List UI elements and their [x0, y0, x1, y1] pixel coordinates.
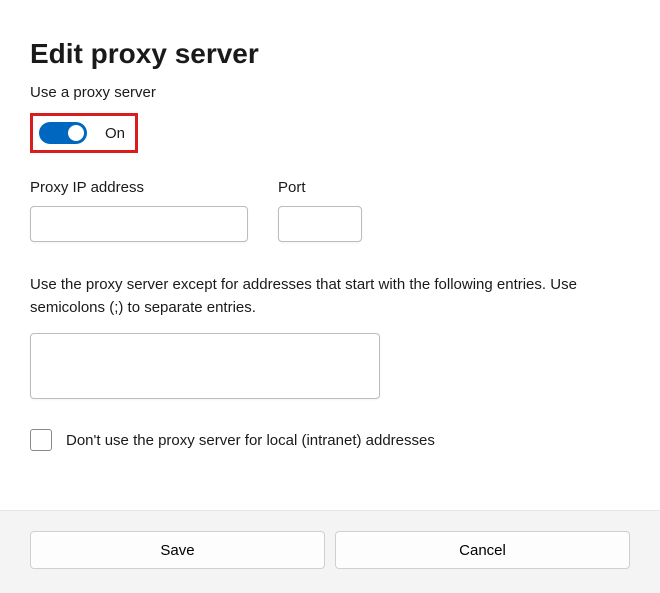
dialog-footer: Save Cancel — [0, 510, 660, 593]
exceptions-input[interactable] — [30, 333, 380, 399]
save-button[interactable]: Save — [30, 531, 325, 569]
ip-label: Proxy IP address — [30, 179, 248, 196]
local-bypass-label: Don't use the proxy server for local (in… — [66, 432, 435, 449]
proxy-port-input[interactable] — [278, 206, 362, 242]
cancel-button[interactable]: Cancel — [335, 531, 630, 569]
edit-proxy-dialog: Edit proxy server Use a proxy server On … — [0, 0, 660, 593]
address-port-row: Proxy IP address Port — [30, 179, 630, 242]
ip-field: Proxy IP address — [30, 179, 248, 242]
dialog-title: Edit proxy server — [30, 38, 630, 70]
proxy-ip-input[interactable] — [30, 206, 248, 242]
port-field: Port — [278, 179, 362, 242]
use-proxy-label: Use a proxy server — [30, 84, 630, 101]
proxy-toggle[interactable] — [39, 122, 87, 144]
exceptions-help-text: Use the proxy server except for addresse… — [30, 274, 630, 319]
local-bypass-row: Don't use the proxy server for local (in… — [30, 429, 630, 451]
toggle-state-label: On — [105, 125, 125, 142]
port-label: Port — [278, 179, 362, 196]
toggle-knob — [68, 125, 84, 141]
toggle-highlight-box: On — [30, 113, 138, 153]
local-bypass-checkbox[interactable] — [30, 429, 52, 451]
